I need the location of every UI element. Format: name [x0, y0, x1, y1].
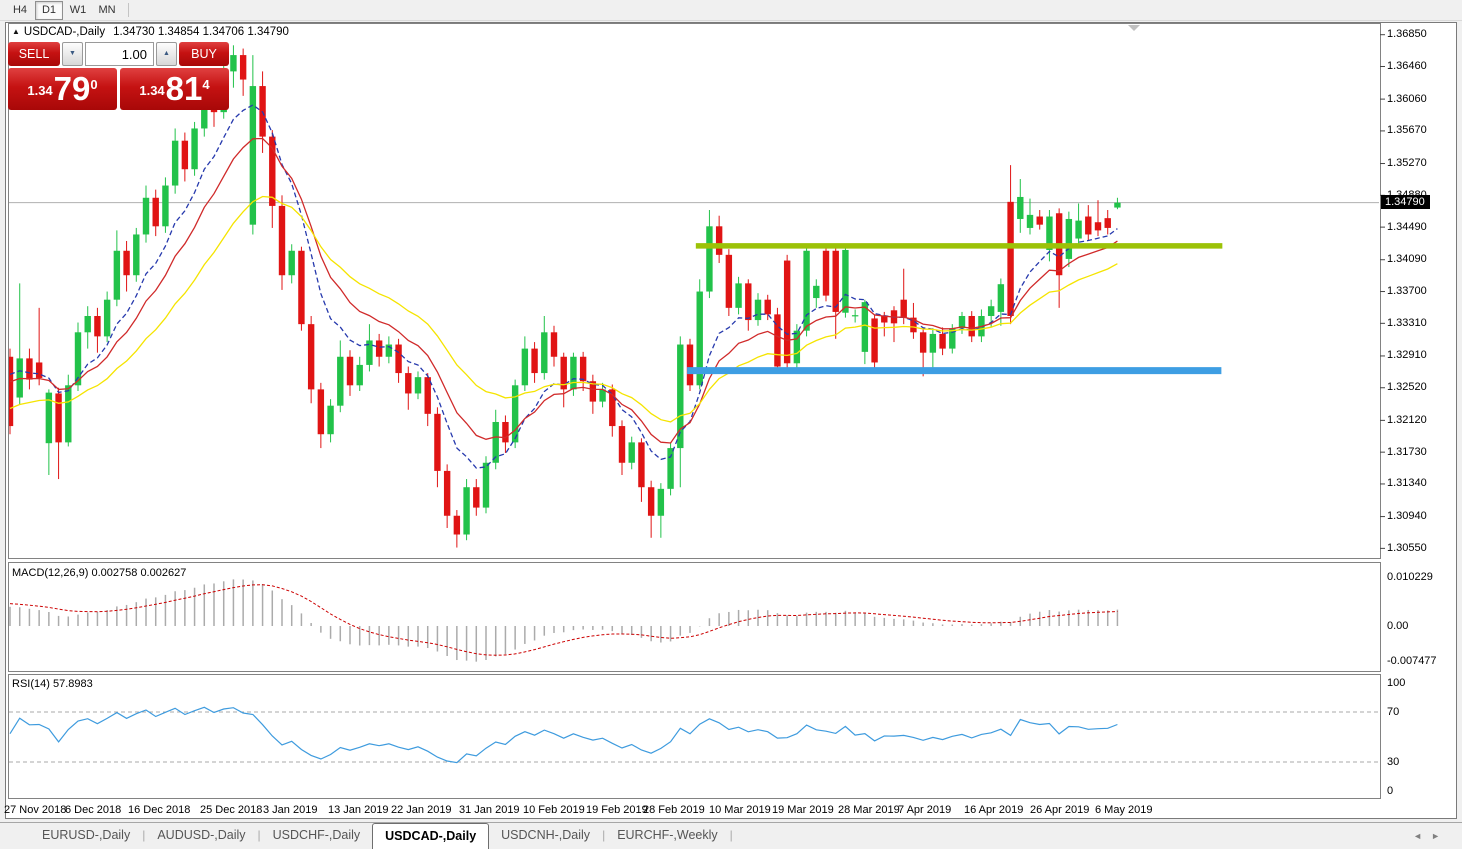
- support-line: [687, 367, 1222, 375]
- one-click-trade-panel: SELL ▼ ▲ BUY 1.34790 1.34814: [8, 42, 229, 110]
- tab-scroll-left-icon[interactable]: ◄: [1413, 831, 1422, 841]
- price-axis-label: 1.32120: [1387, 413, 1427, 426]
- date-axis-label: 6 Dec 2018: [65, 804, 122, 816]
- chart-canvas[interactable]: [0, 0, 1462, 849]
- date-axis-label: 19 Feb 2019: [586, 804, 648, 816]
- rsi-pane: [8, 674, 1381, 799]
- timeframe-button-d1[interactable]: D1: [35, 0, 63, 20]
- date-axis-label: 27 Nov 2018: [4, 804, 67, 816]
- resistance-line: [695, 243, 1223, 249]
- current-price-tag: 1.34790: [1381, 195, 1430, 210]
- date-axis-label: 26 Apr 2019: [1030, 804, 1090, 816]
- price-axis-label: 1.34090: [1387, 253, 1427, 266]
- symbol-tab-bar: EURUSD-,Daily | AUDUSD-,Daily | USDCHF-,Dail…: [0, 822, 1462, 849]
- volume-increase-button[interactable]: ▲: [156, 42, 177, 66]
- chart-tab-audusddaily[interactable]: AUDUSD-,Daily: [145, 823, 257, 849]
- buy-price-big: 81: [165, 70, 203, 107]
- price-axis-label: 1.36850: [1387, 28, 1427, 41]
- date-axis-label: 16 Dec 2018: [128, 804, 191, 816]
- sell-price-small: 1.34: [27, 83, 53, 98]
- chart-ohlc-header: ▲ USDCAD-,Daily 1.34730 1.34854 1.34706 1.…: [12, 26, 289, 38]
- price-axis-label: 1.33700: [1387, 285, 1427, 298]
- buy-price-sup: 4: [202, 77, 210, 92]
- timeframe-toolbar: H4 D1 W1 MN: [0, 0, 1462, 21]
- indicator-axis-label: 0.010229: [1387, 571, 1433, 584]
- date-axis-label: 16 Apr 2019: [964, 804, 1024, 816]
- date-axis-label: 28 Feb 2019: [643, 804, 705, 816]
- timeframe-buttons: H4 D1 W1 MN: [6, 0, 122, 20]
- price-axis-label: 1.33310: [1387, 316, 1427, 329]
- chart-tab-usdcaddaily[interactable]: USDCAD-,Daily: [372, 823, 490, 849]
- buy-price-small: 1.34: [139, 83, 165, 98]
- sell-price-sup: 0: [90, 77, 98, 92]
- timeframe-button-w1[interactable]: W1: [64, 1, 92, 20]
- macd-label: MACD(12,26,9) 0.002758 0.002627: [12, 567, 187, 579]
- date-axis-label: 6 May 2019: [1095, 804, 1153, 816]
- tab-scroll-right-icon[interactable]: ►: [1431, 831, 1440, 841]
- toolbar-divider: [128, 3, 129, 17]
- chart-tab-eurusddaily[interactable]: EURUSD-,Daily: [30, 823, 142, 849]
- chart-title: USDCAD-,Daily: [23, 26, 106, 38]
- sell-button[interactable]: SELL: [8, 42, 60, 66]
- ohlc-values: 1.34730 1.34854 1.34706 1.34790: [113, 26, 289, 38]
- volume-input[interactable]: [85, 42, 154, 66]
- timeframe-button-h4[interactable]: H4: [6, 1, 34, 20]
- date-axis-label: 7 Apr 2019: [898, 804, 952, 816]
- price-axis-label: 1.30940: [1387, 510, 1427, 523]
- chart-tab-eurchfweekly[interactable]: EURCHF-,Weekly: [605, 823, 729, 849]
- date-axis-label: 25 Dec 2018: [200, 804, 263, 816]
- price-axis-label: 1.35270: [1387, 157, 1427, 170]
- price-axis-label: 1.32910: [1387, 349, 1427, 362]
- buy-button[interactable]: BUY: [179, 42, 229, 66]
- indicator-axis-label: 0.00: [1387, 619, 1409, 632]
- timeframe-button-mn[interactable]: MN: [93, 1, 121, 20]
- price-axis-label: 1.32520: [1387, 381, 1427, 394]
- price-axis-label: 1.31730: [1387, 445, 1427, 458]
- sell-price-big: 79: [53, 70, 91, 107]
- macd-value-signal: 0.002627: [140, 567, 187, 579]
- chart-tab-usdcnhdaily[interactable]: USDCNH-,Daily: [489, 823, 602, 849]
- rsi-label: RSI(14) 57.8983: [12, 678, 93, 690]
- price-axis-label: 1.36060: [1387, 92, 1427, 105]
- macd-value-main: 0.002758: [91, 567, 138, 579]
- tab-separator: |: [729, 828, 733, 842]
- date-axis-label: 13 Jan 2019: [328, 804, 389, 816]
- indicator-axis-label: 0: [1387, 784, 1394, 797]
- date-axis-label: 28 Mar 2019: [838, 804, 900, 816]
- rsi-value: 57.8983: [52, 678, 93, 690]
- indicator-axis-label: 30: [1387, 755, 1400, 768]
- buy-price-quote[interactable]: 1.34 81 4: [120, 68, 229, 110]
- date-axis-label: 22 Jan 2019: [391, 804, 452, 816]
- price-axis-label: 1.34490: [1387, 220, 1427, 233]
- indicator-axis-label: 100: [1387, 676, 1406, 689]
- date-axis-label: 19 Mar 2019: [772, 804, 834, 816]
- sell-price-quote[interactable]: 1.34 79 0: [8, 68, 117, 110]
- indicator-axis-label: 70: [1387, 705, 1400, 718]
- date-axis-label: 10 Mar 2019: [709, 804, 771, 816]
- collapse-triangle-icon[interactable]: ▲: [12, 27, 20, 36]
- volume-decrease-button[interactable]: ▼: [62, 42, 83, 66]
- price-axis-label: 1.30550: [1387, 541, 1427, 554]
- indicator-axis-label: -0.007477: [1387, 654, 1437, 667]
- price-axis-label: 1.36460: [1387, 59, 1427, 72]
- date-axis-label: 3 Jan 2019: [263, 804, 318, 816]
- date-axis-label: 31 Jan 2019: [459, 804, 520, 816]
- price-axis-label: 1.35670: [1387, 124, 1427, 137]
- price-axis-label: 1.31340: [1387, 477, 1427, 490]
- chart-tab-usdchfdaily[interactable]: USDCHF-,Daily: [261, 823, 373, 849]
- date-axis-label: 10 Feb 2019: [523, 804, 585, 816]
